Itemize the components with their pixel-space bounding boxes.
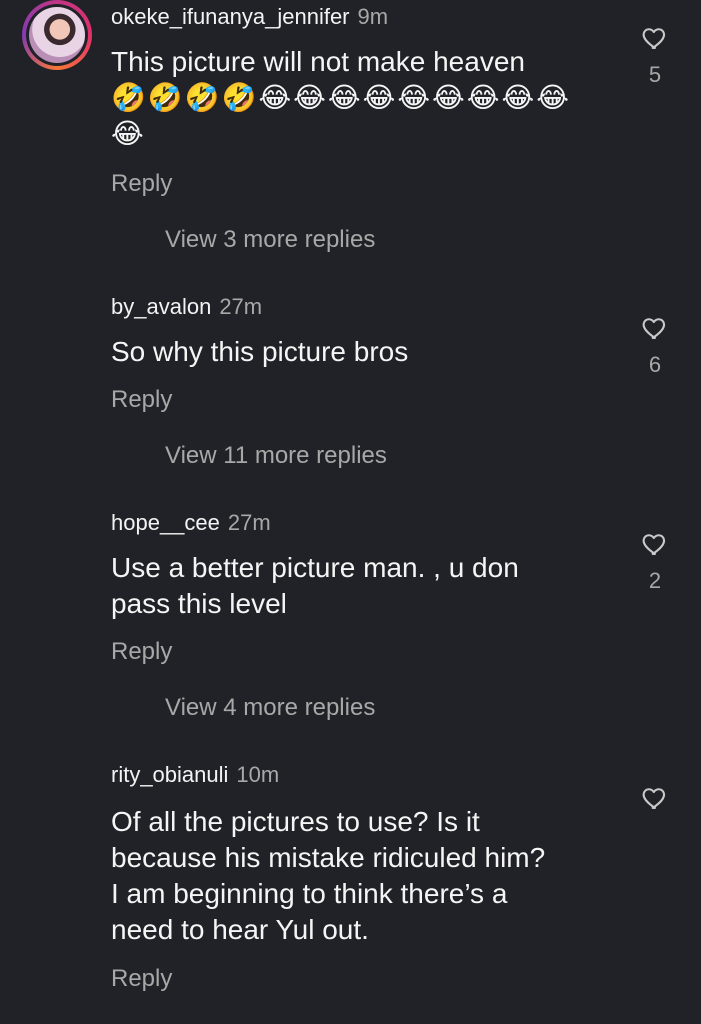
comment-text: This picture will not make heaven 🤣🤣🤣🤣😂😂… — [111, 44, 611, 152]
comment-meta: hope__cee 27m — [111, 510, 271, 536]
avatar-ring — [26, 4, 88, 66]
comment-text: So why this picture bros — [111, 334, 611, 370]
comment-text-line: I am beginning to think there’s a — [111, 878, 508, 909]
comment-meta: okeke_ifunanya_jennifer 9m — [111, 4, 388, 30]
comment-text: Of all the pictures to use? Is it becaus… — [111, 804, 631, 948]
comment-text: Use a better picture man. , u don pass t… — [111, 550, 611, 622]
reply-button[interactable]: Reply — [111, 386, 172, 414]
comment-username[interactable]: okeke_ifunanya_jennifer — [111, 4, 350, 29]
like-count: 6 — [648, 352, 662, 377]
reply-button[interactable]: Reply — [111, 965, 172, 993]
avatar[interactable] — [22, 0, 92, 70]
comment-text-line: Of all the pictures to use? Is it — [111, 806, 480, 837]
emoji-line: 😂 — [111, 118, 146, 149]
heart-outline-icon[interactable] — [640, 784, 670, 812]
comment-text-line: pass this level — [111, 588, 287, 619]
comment-time: 9m — [357, 4, 389, 29]
view-more-replies-button[interactable]: View 4 more replies — [165, 694, 375, 722]
avatar-photo — [29, 7, 85, 63]
comment-username[interactable]: hope__cee — [111, 510, 220, 535]
heart-outline-icon[interactable] — [640, 530, 670, 558]
comment-time: 27m — [219, 294, 263, 319]
comment-text-line: This picture will not make heaven — [111, 46, 525, 77]
comment-time: 10m — [236, 762, 280, 787]
heart-outline-icon[interactable] — [640, 314, 670, 342]
like-count: 2 — [648, 568, 662, 593]
comment-time: 27m — [227, 510, 271, 535]
comment-username[interactable]: rity_obianuli — [111, 762, 228, 787]
comment-text-line: because his mistake ridiculed him? — [111, 842, 546, 873]
comment-meta: by_avalon 27m — [111, 294, 262, 320]
like-control: 5 — [640, 24, 670, 88]
like-control: 2 — [640, 530, 670, 594]
comment-username[interactable]: by_avalon — [111, 294, 211, 319]
emoji-line: 🤣🤣🤣🤣😂😂😂😂😂😂😂😂😂 — [111, 82, 571, 113]
heart-outline-icon[interactable] — [640, 24, 670, 52]
view-more-replies-button[interactable]: View 3 more replies — [165, 226, 375, 254]
like-control: 6 — [640, 314, 670, 378]
comment-text-line: Use a better picture man. , u don — [111, 552, 519, 583]
view-more-replies-button[interactable]: View 11 more replies — [165, 442, 387, 470]
comment-meta: rity_obianuli 10m — [111, 762, 279, 788]
reply-button[interactable]: Reply — [111, 638, 172, 666]
reply-button[interactable]: Reply — [111, 170, 172, 198]
comment-text-line: So why this picture bros — [111, 336, 409, 367]
like-control — [640, 784, 670, 812]
like-count: 5 — [648, 62, 662, 87]
comment-text-line: need to hear Yul out. — [111, 914, 369, 945]
